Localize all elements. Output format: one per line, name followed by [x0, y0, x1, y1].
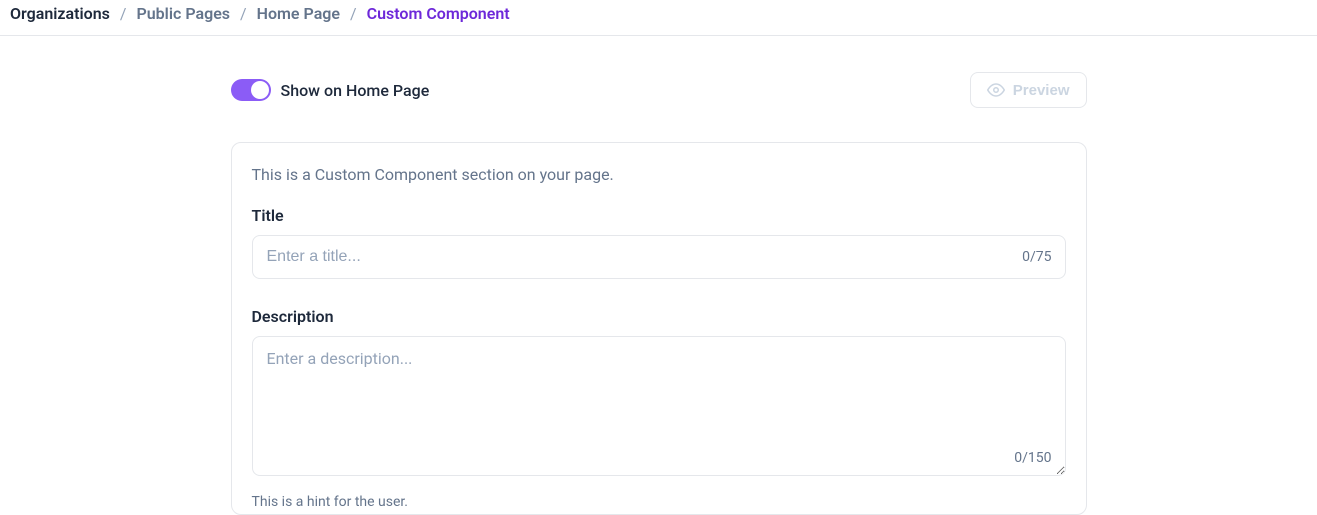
breadcrumb-custom-component[interactable]: Custom Component: [367, 4, 510, 23]
custom-component-card: This is a Custom Component section on yo…: [231, 142, 1087, 515]
show-on-home-toggle-wrap: Show on Home Page: [231, 79, 430, 101]
show-on-home-label: Show on Home Page: [281, 81, 430, 100]
breadcrumb-public-pages[interactable]: Public Pages: [136, 4, 230, 23]
breadcrumb-organizations[interactable]: Organizations: [10, 4, 110, 23]
main-content: Show on Home Page Preview This is a Cust…: [231, 72, 1087, 515]
title-input-wrap: 0/75: [252, 235, 1066, 279]
breadcrumb-separator: /: [240, 4, 247, 23]
card-intro-text: This is a Custom Component section on yo…: [252, 165, 1066, 184]
title-char-counter: 0/75: [1022, 249, 1051, 265]
breadcrumb-separator: /: [350, 4, 357, 23]
show-on-home-toggle[interactable]: [231, 79, 271, 101]
preview-button-label: Preview: [1013, 82, 1070, 99]
description-textarea-wrap: 0/150: [252, 336, 1066, 480]
description-field-label: Description: [252, 307, 1066, 326]
title-input[interactable]: [252, 235, 1066, 279]
description-textarea[interactable]: [252, 336, 1066, 476]
description-hint: This is a hint for the user.: [252, 494, 1066, 514]
preview-button[interactable]: Preview: [970, 72, 1087, 108]
breadcrumb: Organizations / Public Pages / Home Page…: [0, 0, 1317, 36]
toggle-knob: [251, 81, 269, 99]
header-row: Show on Home Page Preview: [231, 72, 1087, 108]
breadcrumb-home-page[interactable]: Home Page: [257, 4, 340, 23]
title-field-label: Title: [252, 206, 1066, 225]
eye-icon: [987, 81, 1005, 99]
breadcrumb-separator: /: [120, 4, 127, 23]
